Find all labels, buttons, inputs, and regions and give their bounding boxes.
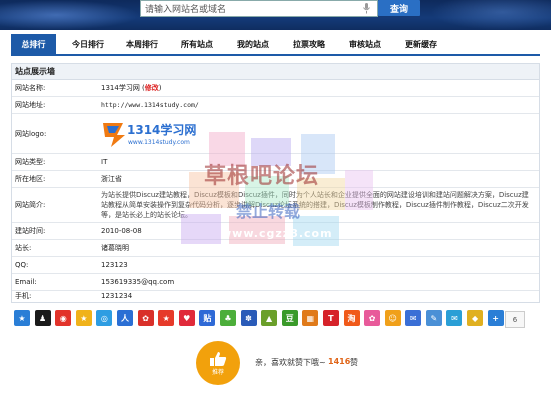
- tab-all-sites[interactable]: 所有站点: [172, 34, 222, 54]
- tab-my-sites[interactable]: 我的站点: [228, 34, 278, 54]
- like-count: 1416: [328, 357, 351, 366]
- row-site-name: 网站名称: 1314学习网 (修改): [12, 80, 539, 97]
- tab-week-rank[interactable]: 本周排行: [117, 34, 167, 54]
- field-label: 站长:: [15, 244, 32, 252]
- paw-icon[interactable]: ✽: [240, 310, 257, 326]
- douban-icon[interactable]: 豆: [281, 310, 298, 326]
- nav-tabs: 总排行 今日排行 本周排行 所有站点 我的站点 拉票攻略 审核站点 更新缓存: [11, 34, 540, 56]
- weibo-icon[interactable]: ◉: [55, 310, 72, 326]
- face-icon[interactable]: ☺: [384, 310, 401, 326]
- site-name-text: 1314学习网: [101, 84, 140, 92]
- row-phone: 手机: 1231234: [12, 291, 539, 301]
- thumbs-up-icon: [210, 351, 227, 366]
- renren-icon[interactable]: 人: [116, 310, 133, 326]
- field-label: 所在地区:: [15, 175, 46, 183]
- field-label: QQ:: [15, 261, 29, 269]
- field-label: Email:: [15, 278, 37, 286]
- like-button-label: 推荐: [211, 368, 224, 376]
- field-label: 手机:: [15, 292, 32, 300]
- banner-decoration: [0, 0, 140, 30]
- edit-link[interactable]: 修改: [145, 84, 159, 92]
- region-value: 浙江省: [101, 175, 122, 183]
- tab-total-rank[interactable]: 总排行: [11, 34, 56, 54]
- star-icon[interactable]: ★: [158, 310, 175, 326]
- like-prompt: 亲，喜欢就赞下哦~: [255, 358, 326, 367]
- watermark-title: 草根吧论坛: [204, 164, 320, 189]
- heart-icon[interactable]: ♥: [178, 310, 195, 326]
- watermark-url: www.cgzz8.com: [221, 227, 333, 240]
- field-label: 网站名称:: [15, 84, 46, 92]
- baidu-icon[interactable]: ✿: [137, 310, 154, 326]
- clover-icon[interactable]: ♣: [219, 310, 236, 326]
- mail-icon[interactable]: ✉: [405, 310, 422, 326]
- share-bar: ★ ♟ ◉ ★ ◎ 人 ✿ ★ ♥ 贴 ♣ ✽ ▲ 豆 ▦ T 淘 ✿ ☺ ✉ ✎ ✉ ◆ +: [14, 310, 508, 328]
- msg-icon[interactable]: ◆: [467, 310, 484, 326]
- taobao-icon[interactable]: 淘: [343, 310, 360, 326]
- share-count: 6: [505, 311, 525, 328]
- search-button[interactable]: 查询: [378, 0, 420, 16]
- owner-value: 诸葛晓明: [101, 244, 129, 252]
- favorite-icon[interactable]: ★: [75, 310, 92, 326]
- field-label: 网站简介:: [15, 201, 46, 209]
- field-label: 建站时间:: [15, 227, 46, 235]
- search-placeholder: 请输入网站名或域名: [145, 5, 227, 15]
- t-icon[interactable]: T: [322, 310, 339, 326]
- tab-today-rank[interactable]: 今日排行: [63, 34, 113, 54]
- phone-value: 1231234: [101, 292, 133, 300]
- tieba-icon[interactable]: 贴: [199, 310, 216, 326]
- site-url-value[interactable]: http://www.1314study.com/: [101, 101, 199, 109]
- map-icon[interactable]: ▲: [261, 310, 278, 326]
- microphone-icon[interactable]: [361, 3, 371, 15]
- search-input[interactable]: 请输入网站名或域名: [140, 0, 378, 17]
- tab-update-cache[interactable]: 更新缓存: [396, 34, 446, 54]
- note-icon[interactable]: ✎: [425, 310, 442, 326]
- qzone-icon[interactable]: ★: [14, 310, 30, 326]
- panel-title: 站点展示墙: [12, 64, 539, 80]
- flower-icon[interactable]: ✿: [364, 310, 381, 326]
- watermark-subtitle: 禁止转载: [236, 202, 301, 221]
- like-button[interactable]: 推荐: [196, 341, 240, 385]
- top-banner: 请输入网站名或域名 查询: [0, 0, 551, 30]
- row-qq: QQ: 123123: [12, 257, 539, 274]
- banner-decoration: [430, 0, 551, 30]
- field-label: 网站地址:: [15, 101, 46, 109]
- tab-review-sites[interactable]: 审核站点: [340, 34, 390, 54]
- row-email: Email: 153619335@qq.com: [12, 274, 539, 291]
- field-label: 网站类型:: [15, 158, 46, 166]
- email-value: 153619335@qq.com: [101, 278, 175, 286]
- translate-icon[interactable]: ▦: [302, 310, 319, 326]
- like-unit: 赞: [350, 358, 358, 367]
- field-label: 网站logo:: [15, 129, 47, 138]
- qq-value: 123123: [101, 261, 128, 269]
- site-type-value: IT: [101, 158, 108, 166]
- plus-icon[interactable]: +: [487, 310, 504, 326]
- build-date-value: 2010-08-08: [101, 227, 142, 235]
- tab-vote-guide[interactable]: 拉票攻略: [284, 34, 334, 54]
- row-site-url: 网站地址: http://www.1314study.com/: [12, 97, 539, 114]
- site-name-value: 1314学习网 (修改): [101, 84, 162, 92]
- qq-icon[interactable]: ♟: [34, 310, 51, 326]
- email-icon[interactable]: ✉: [446, 310, 463, 326]
- tencent-weibo-icon[interactable]: ◎: [96, 310, 113, 326]
